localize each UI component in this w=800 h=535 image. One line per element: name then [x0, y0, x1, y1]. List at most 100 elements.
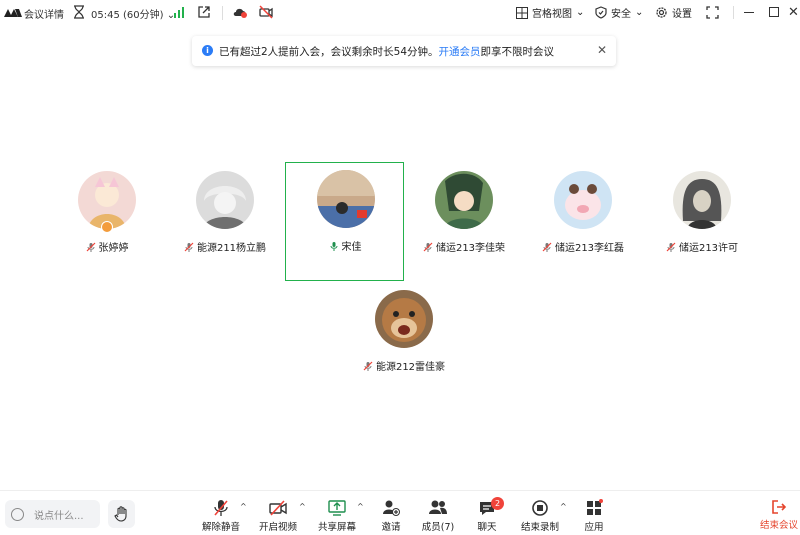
- chat-label: 聊天: [477, 522, 497, 533]
- participant-tile[interactable]: 储运213李佳荣: [405, 165, 523, 283]
- participant-name-label: 储运213李红磊: [554, 243, 625, 254]
- participant-name-label: 储运213许可: [678, 243, 739, 254]
- grid-view-button[interactable]: 宫格视图 ⌄: [516, 5, 584, 20]
- members-label: 成员(7): [421, 522, 455, 533]
- grid-view-label: 宫格视图: [532, 9, 572, 20]
- chevron-down-icon: ⌄: [635, 7, 644, 18]
- unmute-label: 解除静音: [201, 522, 240, 533]
- members-icon: [429, 500, 447, 514]
- chat-button[interactable]: 2 聊天: [463, 497, 511, 535]
- maximize-icon[interactable]: [769, 7, 779, 17]
- avatar: [673, 171, 731, 229]
- mic-muted-icon: [542, 242, 552, 252]
- hourglass-icon: [74, 5, 84, 19]
- fullscreen-icon[interactable]: [706, 6, 719, 19]
- cloud-recording-icon[interactable]: [232, 5, 248, 19]
- network-signal-icon: [174, 7, 184, 18]
- notice-message: 已有超过2人提前入会，会议剩余时长54分钟。: [219, 46, 439, 58]
- share-screen-icon: [328, 500, 346, 516]
- participant-name: 储运213李红磊: [524, 239, 642, 254]
- share-screen-button[interactable]: 共享屏幕: [313, 499, 361, 535]
- participant-name-label: 能源212雷佳豪: [375, 362, 446, 373]
- participant-name-label: 能源211杨立鹏: [196, 243, 267, 254]
- grid-icon: [516, 6, 528, 19]
- gear-icon: [656, 7, 667, 18]
- notice-text: 已有超过2人提前入会，会议剩余时长54分钟。开通会员即享不限时会议: [219, 44, 554, 59]
- top-bar: 会议详情 05:45 (60分钟) ⌄ 宫格视图 ⌄ 安全 ⌄ 设置 ✕: [0, 0, 800, 26]
- close-icon[interactable]: ✕: [597, 43, 607, 57]
- chevron-up-icon[interactable]: ^: [357, 502, 364, 511]
- info-icon: i: [202, 45, 213, 56]
- participant-name: 储运213许可: [643, 239, 761, 254]
- participant-name: 张婷婷: [48, 239, 166, 254]
- close-icon[interactable]: ✕: [788, 5, 799, 20]
- end-meeting-label: 结束会议: [759, 520, 798, 531]
- mic-muted-icon: [666, 242, 676, 252]
- invite-label: 邀请: [381, 522, 401, 533]
- participant-tile[interactable]: 储运213李红磊: [524, 165, 642, 283]
- chat-unread-badge: 2: [491, 497, 504, 510]
- end-meeting-button[interactable]: 结束会议: [759, 499, 799, 531]
- participant-name-label: 储运213李佳荣: [435, 243, 506, 254]
- participant-name: 能源212雷佳豪: [345, 358, 463, 373]
- camera-off-icon: [269, 500, 287, 516]
- stop-record-icon: [532, 500, 548, 516]
- mic-speaking-icon: [330, 242, 337, 251]
- chevron-up-icon[interactable]: ^: [299, 502, 306, 511]
- security-label: 安全: [611, 9, 631, 20]
- add-user-icon: [383, 500, 400, 516]
- avatar: [375, 290, 433, 348]
- chevron-up-icon[interactable]: ^: [560, 502, 567, 511]
- members-button[interactable]: 成员(7): [414, 499, 462, 535]
- avatar: [196, 171, 254, 229]
- settings-button[interactable]: 设置: [655, 5, 692, 20]
- chevron-up-icon[interactable]: ^: [240, 502, 247, 511]
- mic-muted-icon: [214, 500, 228, 516]
- mic-muted-icon: [184, 242, 194, 252]
- apps-label: 应用: [584, 522, 604, 533]
- app-logo-icon: [4, 9, 22, 17]
- start-video-button[interactable]: 开启视频: [254, 499, 302, 535]
- invite-button[interactable]: 邀请: [367, 499, 415, 535]
- apps-button[interactable]: 应用: [570, 499, 618, 535]
- meeting-timer[interactable]: 05:45 (60分钟) ⌄: [91, 6, 175, 21]
- chat-input[interactable]: 说点什么...: [5, 500, 100, 528]
- participant-name-label: 宋佳: [341, 242, 362, 253]
- raise-hand-button[interactable]: [108, 500, 135, 528]
- avatar: [317, 170, 375, 228]
- participant-tile[interactable]: 张婷婷: [48, 165, 166, 283]
- unmute-button[interactable]: 解除静音: [197, 499, 245, 535]
- participant-tile[interactable]: 储运213许可: [643, 165, 761, 283]
- notice-message-tail: 即享不限时会议: [480, 46, 555, 58]
- minimize-icon[interactable]: [744, 12, 754, 13]
- participant-name: 能源211杨立鹏: [166, 239, 284, 254]
- hand-icon: [114, 506, 127, 522]
- participant-name: 宋佳: [286, 238, 404, 253]
- chat-input-placeholder: 说点什么...: [34, 510, 84, 522]
- stop-recording-button[interactable]: 结束录制: [516, 499, 564, 535]
- chevron-down-icon: ⌄: [576, 7, 585, 18]
- meeting-details-button[interactable]: 会议详情: [24, 6, 64, 21]
- membership-link[interactable]: 开通会员: [439, 46, 481, 58]
- mic-muted-icon: [363, 361, 373, 371]
- avatar: [554, 171, 612, 229]
- mic-muted-icon: [86, 242, 95, 252]
- notice-banner: i 已有超过2人提前入会，会议剩余时长54分钟。开通会员即享不限时会议 ✕: [192, 36, 616, 66]
- host-icon: [101, 221, 113, 233]
- avatar: [435, 171, 493, 229]
- divider: [222, 6, 223, 20]
- security-button[interactable]: 安全 ⌄: [595, 5, 643, 20]
- share-link-icon[interactable]: [197, 5, 211, 19]
- camera-off-icon[interactable]: [258, 4, 274, 20]
- start-video-label: 开启视频: [258, 522, 297, 533]
- emoji-icon[interactable]: [11, 507, 24, 521]
- participant-tile-active[interactable]: 宋佳: [285, 162, 404, 281]
- stop-recording-label: 结束录制: [520, 522, 559, 533]
- apps-icon: [587, 499, 603, 515]
- mic-muted-icon: [423, 242, 433, 252]
- participant-tile[interactable]: 能源211杨立鹏: [166, 165, 284, 283]
- exit-icon: [772, 500, 787, 514]
- shield-icon: [595, 6, 607, 19]
- participant-tile[interactable]: 能源212雷佳豪: [345, 284, 463, 402]
- settings-label: 设置: [672, 9, 692, 20]
